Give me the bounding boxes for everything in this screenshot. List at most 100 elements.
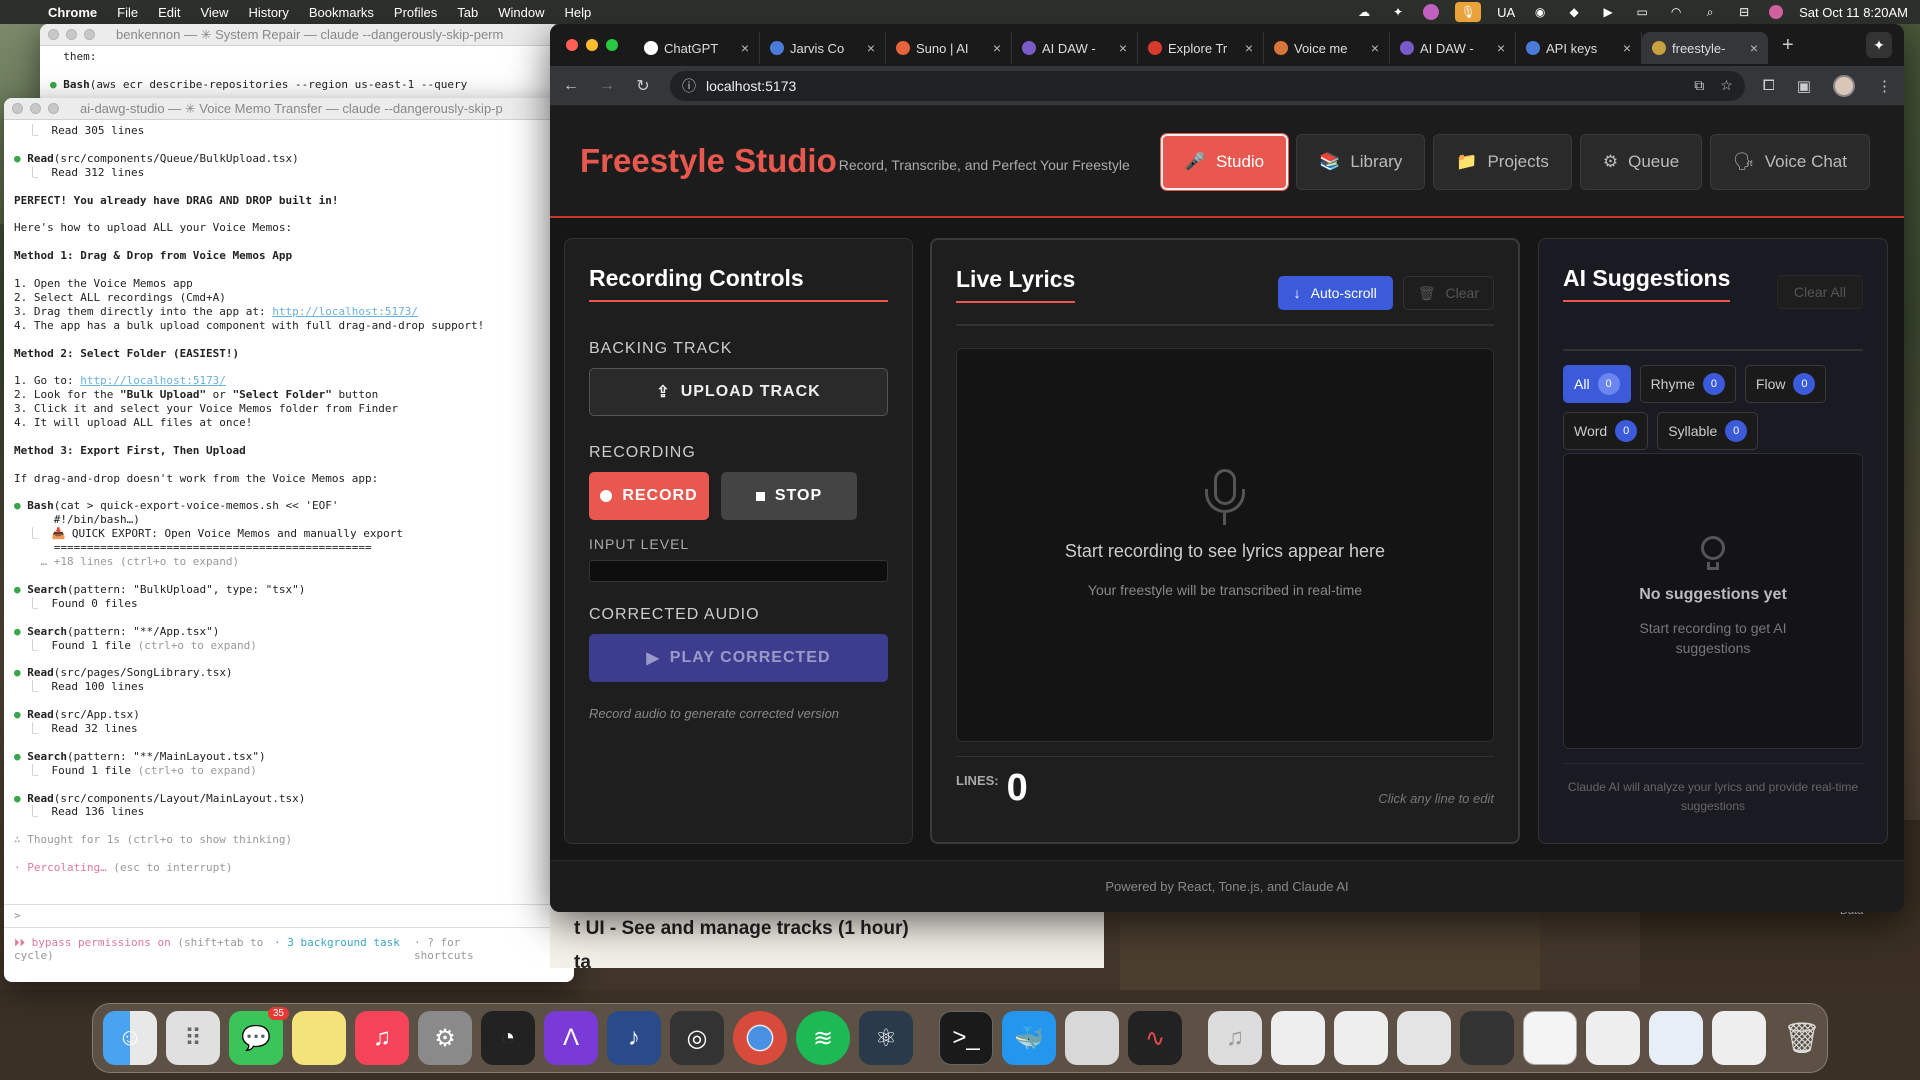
play-corrected-button[interactable]: ▶ PLAY CORRECTED <box>589 634 888 682</box>
window-thumbnail-icon[interactable] <box>1586 1011 1640 1065</box>
filter-flow-chip[interactable]: Flow 0 <box>1744 365 1827 403</box>
wifi-icon[interactable]: ◠ <box>1667 5 1685 19</box>
music-file-icon[interactable]: ♫ <box>1208 1011 1262 1065</box>
messages-icon[interactable]: 💬 35 <box>229 1007 289 1065</box>
preview-icon[interactable] <box>1065 1011 1119 1065</box>
extensions-icon[interactable]: ⧠ <box>1763 77 1775 94</box>
browser-tab[interactable]: AI DAW - × <box>1012 32 1138 64</box>
docker-icon[interactable]: 🐳 <box>1002 1011 1056 1065</box>
arc-app-icon[interactable]: Λ <box>544 1011 598 1065</box>
tab-close-icon[interactable]: × <box>1623 40 1631 56</box>
tab-close-icon[interactable]: × <box>867 40 875 56</box>
forward-icon[interactable]: → <box>598 77 616 95</box>
menu-item-bookmarks[interactable]: Bookmarks <box>309 5 374 20</box>
menu-item-profiles[interactable]: Profiles <box>394 5 437 20</box>
browser-tab[interactable]: ChatGPT × <box>634 32 760 64</box>
menu-app-name[interactable]: Chrome <box>48 5 97 20</box>
app-status-icon[interactable] <box>1423 4 1440 20</box>
microphone-icon[interactable]: 🎙 <box>1455 2 1482 22</box>
vpn-icon[interactable]: ◉ <box>1531 5 1549 19</box>
window-thumbnail-icon[interactable] <box>1334 1011 1388 1065</box>
tab-close-icon[interactable]: × <box>1371 40 1379 56</box>
terminal-line[interactable]: ∴ Thought for 1s (ctrl+o to show thinkin… <box>14 833 292 846</box>
filter-all-chip[interactable]: All 0 <box>1563 365 1631 403</box>
browser-tab[interactable]: freestyle- × <box>1642 32 1768 64</box>
chrome-icon[interactable] <box>733 1011 787 1065</box>
cursor-app-icon[interactable]: ◆ <box>1565 5 1583 19</box>
stop-button[interactable]: STOP <box>721 472 857 520</box>
notes-icon[interactable] <box>292 1011 346 1065</box>
install-app-icon[interactable]: ⧉ <box>1694 77 1704 94</box>
input-source-label[interactable]: UA <box>1497 5 1515 20</box>
clear-lyrics-button[interactable]: 🗑 Clear <box>1402 276 1494 310</box>
control-center-icon[interactable]: ⊟ <box>1735 5 1753 19</box>
atom-icon[interactable]: ⚛ <box>859 1011 913 1065</box>
nav-studio-button[interactable]: 🎤 Studio <box>1159 133 1290 191</box>
menu-item-tab[interactable]: Tab <box>457 5 478 20</box>
menu-item-view[interactable]: View <box>200 5 228 20</box>
terminal-window-back[interactable]: benkennon — ✳ System Repair — claude --d… <box>40 24 560 104</box>
menu-item-file[interactable]: File <box>117 5 138 20</box>
audio-editor-icon[interactable]: ∿ <box>1128 1011 1182 1065</box>
nav-projects-button[interactable]: 📁 Projects <box>1433 134 1572 190</box>
localhost-link[interactable]: http://localhost:5173/ <box>272 305 418 318</box>
creative-cloud-icon[interactable]: ☁ <box>1355 5 1373 19</box>
menu-kebab-icon[interactable]: ⋮ <box>1877 77 1892 95</box>
window-thumbnail-icon[interactable] <box>1271 1011 1325 1065</box>
logic-icon[interactable]: ◎ <box>670 1011 724 1065</box>
battery-icon[interactable]: ▭ <box>1633 5 1651 19</box>
filter-syllable-chip[interactable]: Syllable 0 <box>1657 412 1759 450</box>
minimize-icon[interactable] <box>586 39 598 51</box>
window-thumbnail-icon[interactable] <box>1712 1011 1766 1065</box>
address-bar[interactable]: ⓘ localhost:5173 ⧉ ☆ <box>670 70 1745 101</box>
window-thumbnail-icon[interactable] <box>1460 1011 1514 1065</box>
browser-tab[interactable]: Jarvis Co × <box>760 32 886 64</box>
tab-close-icon[interactable]: × <box>993 40 1001 56</box>
menu-item-window[interactable]: Window <box>498 5 544 20</box>
profile-avatar[interactable] <box>1833 74 1855 97</box>
audio-app-icon[interactable]: ♪ <box>607 1011 661 1065</box>
menu-item-history[interactable]: History <box>248 5 288 20</box>
menu-item-edit[interactable]: Edit <box>158 5 180 20</box>
minimize-icon[interactable] <box>30 103 41 114</box>
launchpad-icon[interactable]: ⠿ <box>166 1011 220 1065</box>
tab-close-icon[interactable]: × <box>741 40 749 56</box>
finder-icon[interactable]: ☺ <box>103 1011 157 1065</box>
filter-word-chip[interactable]: Word 0 <box>1563 412 1649 450</box>
minimize-icon[interactable] <box>66 29 77 40</box>
clock-app-icon[interactable]: ◔ <box>481 1011 535 1065</box>
prompt-input[interactable]: > <box>4 904 574 928</box>
clock[interactable]: Sat Oct 11 8:20AM <box>1799 5 1908 20</box>
background-document[interactable]: t UI - See and manage tracks (1 hour) ta <box>550 908 1104 968</box>
tab-close-icon[interactable]: × <box>1750 40 1758 56</box>
trash-icon[interactable]: 🗑 <box>1775 1011 1829 1065</box>
browser-tab[interactable]: AI DAW - × <box>1390 32 1516 64</box>
filter-rhyme-chip[interactable]: Rhyme 0 <box>1639 365 1736 403</box>
tab-close-icon[interactable]: × <box>1119 40 1127 56</box>
background-task-label[interactable]: · 3 background task <box>274 936 400 949</box>
auto-scroll-button[interactable]: ↓ Auto-scroll <box>1277 276 1393 310</box>
close-icon[interactable] <box>566 39 578 51</box>
site-info-icon[interactable]: ⓘ <box>682 76 696 96</box>
record-button[interactable]: RECORD <box>589 472 709 520</box>
zoom-icon[interactable] <box>48 103 59 114</box>
siri-icon[interactable] <box>1769 5 1784 19</box>
music-icon[interactable]: ♫ <box>355 1011 409 1065</box>
terminal-icon[interactable]: >_ <box>939 1011 993 1065</box>
spotify-icon[interactable]: ≋ <box>796 1011 850 1065</box>
url-text[interactable]: localhost:5173 <box>706 78 796 94</box>
bypass-label[interactable]: ⏵⏵ bypass permissions on <box>14 936 177 949</box>
lyrics-display[interactable]: Start recording to see lyrics appear her… <box>956 348 1494 742</box>
tab-close-icon[interactable]: × <box>1245 40 1253 56</box>
system-settings-icon[interactable]: ⚙ <box>418 1011 472 1065</box>
suggestions-list[interactable]: No suggestions yet Start recording to ge… <box>1563 453 1863 749</box>
terminal-titlebar[interactable]: ai-dawg-studio — ✳ Voice Memo Transfer —… <box>4 98 574 120</box>
nav-voice-chat-button[interactable]: 🗣 Voice Chat <box>1710 134 1870 190</box>
clear-all-button[interactable]: Clear All <box>1776 275 1863 309</box>
zoom-icon[interactable] <box>606 39 618 51</box>
terminal-titlebar[interactable]: benkennon — ✳ System Repair — claude --d… <box>40 24 560 46</box>
chrome-window[interactable]: ChatGPT × Jarvis Co × Suno | AI × AI DAW - × Exp… <box>550 24 1904 912</box>
upload-track-button[interactable]: ⇪ UPLOAD TRACK <box>589 368 888 416</box>
localhost-link[interactable]: http://localhost:5173/ <box>80 374 226 387</box>
browser-tab[interactable]: API keys × <box>1516 32 1642 64</box>
